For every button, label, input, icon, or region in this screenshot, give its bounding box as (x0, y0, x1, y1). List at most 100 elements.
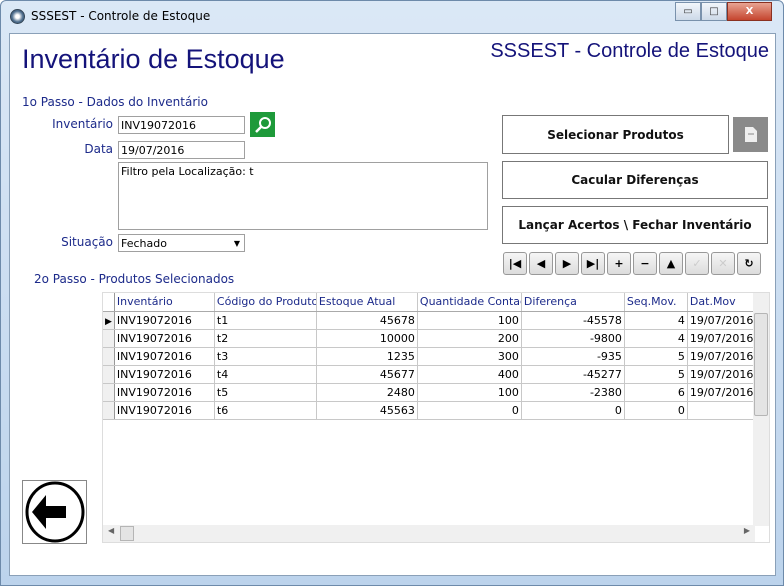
table-cell[interactable]: -45277 (521, 365, 625, 384)
data-label: Data (84, 142, 113, 156)
table-cell[interactable]: INV19072016 (114, 383, 215, 402)
last-button[interactable]: ▶| (581, 252, 605, 275)
table-cell[interactable]: 0 (417, 401, 522, 420)
table-cell[interactable]: 100 (417, 311, 522, 330)
table-cell[interactable]: INV19072016 (114, 365, 215, 384)
table-cell[interactable]: 0 (521, 401, 625, 420)
table-row[interactable]: INV19072016 t6 45563 0 0 0 (103, 401, 755, 420)
search-button[interactable] (250, 112, 275, 137)
first-button[interactable]: |◀ (503, 252, 527, 275)
table-cell[interactable]: INV19072016 (114, 311, 215, 330)
prior-icon: ◀ (536, 257, 546, 270)
filtro-memo[interactable]: Filtro pela Localização: t (118, 162, 488, 230)
table-cell[interactable]: t1 (214, 311, 317, 330)
table-cell[interactable]: -9800 (521, 329, 625, 348)
data-input[interactable]: 19/07/2016 (118, 141, 245, 159)
table-cell[interactable]: t3 (214, 347, 317, 366)
edit-button[interactable]: ▲ (659, 252, 683, 275)
table-cell[interactable]: INV19072016 (114, 329, 215, 348)
maximize-button[interactable]: □ (701, 2, 727, 21)
table-row[interactable]: INV19072016 t3 1235 300 -935 5 19/07/2016 (103, 347, 755, 366)
table-cell[interactable]: INV19072016 (114, 401, 215, 420)
table-cell[interactable]: 19/07/2016 (687, 329, 755, 348)
table-cell[interactable]: 45677 (316, 365, 418, 384)
selecionar-produtos-button[interactable]: Selecionar Produtos (502, 115, 729, 154)
column-header[interactable]: Diferença (521, 293, 625, 312)
row-indicator[interactable] (103, 347, 115, 366)
indicator-header (103, 293, 115, 312)
table-cell[interactable]: 4 (624, 329, 688, 348)
table-cell[interactable]: t2 (214, 329, 317, 348)
delete-button[interactable]: − (633, 252, 657, 275)
insert-icon: + (614, 257, 624, 270)
column-header[interactable]: Quantidade Contada (417, 293, 522, 312)
table-cell[interactable]: 19/07/2016 (687, 365, 755, 384)
close-button[interactable]: X (727, 2, 772, 21)
table-cell[interactable]: t5 (214, 383, 317, 402)
table-cell[interactable]: 2480 (316, 383, 418, 402)
form-client-area: Inventário de Estoque SSSEST - Controle … (9, 33, 776, 576)
vertical-scrollbar[interactable] (753, 293, 769, 526)
table-cell[interactable]: 1235 (316, 347, 418, 366)
back-button[interactable] (22, 480, 87, 544)
refresh-button[interactable]: ↻ (737, 252, 761, 275)
table-cell[interactable]: -935 (521, 347, 625, 366)
table-cell[interactable]: 6 (624, 383, 688, 402)
column-header[interactable]: Seq.Mov. (624, 293, 688, 312)
table-cell[interactable]: 5 (624, 347, 688, 366)
calcular-diferencas-button[interactable]: Cacular Diferenças (502, 161, 768, 199)
table-cell[interactable]: 200 (417, 329, 522, 348)
next-button[interactable]: ▶ (555, 252, 579, 275)
table-cell[interactable]: 0 (624, 401, 688, 420)
table-cell[interactable]: -2380 (521, 383, 625, 402)
table-cell[interactable]: t4 (214, 365, 317, 384)
table-cell[interactable]: 19/07/2016 (687, 311, 755, 330)
products-grid[interactable]: Inventário Código do Produto Estoque Atual… (102, 292, 770, 543)
app-icon (10, 9, 25, 24)
table-row[interactable]: INV19072016 t4 45677 400 -45277 5 19/07/2016 (103, 365, 755, 384)
column-header[interactable]: Inventário (114, 293, 215, 312)
refresh-icon: ↻ (744, 257, 754, 270)
table-row[interactable]: INV19072016 t2 10000 200 -9800 4 19/07/2016 (103, 329, 755, 348)
table-cell[interactable]: 4 (624, 311, 688, 330)
arrow-left-icon (25, 481, 84, 543)
post-button[interactable]: ✓ (685, 252, 709, 275)
next-icon: ▶ (562, 257, 572, 270)
situacao-label: Situação (61, 235, 113, 249)
table-cell[interactable]: INV19072016 (114, 347, 215, 366)
table-cell[interactable]: 400 (417, 365, 522, 384)
row-indicator[interactable] (103, 365, 115, 384)
table-cell[interactable]: t6 (214, 401, 317, 420)
situacao-select[interactable]: Fechado ▼ (118, 234, 245, 252)
scroll-thumb[interactable] (754, 313, 768, 416)
table-cell[interactable]: 45563 (316, 401, 418, 420)
column-header[interactable]: Dat.Mov (687, 293, 755, 312)
table-cell[interactable]: 19/07/2016 (687, 347, 755, 366)
hscroll-thumb[interactable] (120, 526, 134, 541)
table-cell[interactable]: 45678 (316, 311, 418, 330)
horizontal-scrollbar[interactable]: ◀ ▶ (103, 525, 755, 542)
table-cell[interactable]: 100 (417, 383, 522, 402)
prior-button[interactable]: ◀ (529, 252, 553, 275)
row-indicator[interactable] (103, 383, 115, 402)
cancel-button[interactable]: ✕ (711, 252, 735, 275)
minimize-button[interactable]: ▭ (675, 2, 701, 21)
table-row[interactable]: ▶ INV19072016 t1 45678 100 -45578 4 19/07/2016 (103, 311, 755, 330)
lancar-acertos-button[interactable]: Lançar Acertos \ Fechar Inventário (502, 206, 768, 244)
table-cell[interactable]: -45578 (521, 311, 625, 330)
table-cell[interactable]: 10000 (316, 329, 418, 348)
table-cell[interactable]: 300 (417, 347, 522, 366)
column-header[interactable]: Código do Produto (214, 293, 317, 312)
table-cell[interactable] (687, 401, 755, 420)
row-indicator[interactable]: ▶ (103, 311, 115, 330)
row-indicator[interactable] (103, 401, 115, 420)
current-row-icon: ▶ (105, 316, 112, 327)
column-header[interactable]: Estoque Atual (316, 293, 418, 312)
table-cell[interactable]: 5 (624, 365, 688, 384)
insert-button[interactable]: + (607, 252, 631, 275)
inventario-input[interactable]: INV19072016 (118, 116, 245, 134)
document-button[interactable] (733, 117, 768, 152)
table-cell[interactable]: 19/07/2016 (687, 383, 755, 402)
table-row[interactable]: INV19072016 t5 2480 100 -2380 6 19/07/2016 (103, 383, 755, 402)
row-indicator[interactable] (103, 329, 115, 348)
